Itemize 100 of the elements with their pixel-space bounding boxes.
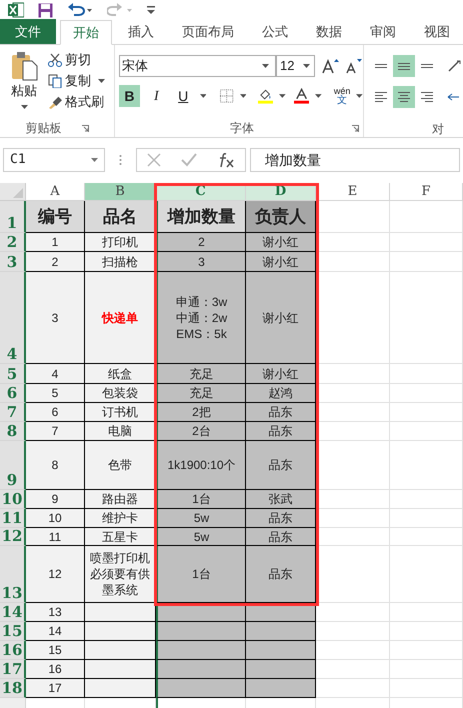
table-cell[interactable]: 5w bbox=[156, 509, 246, 528]
table-cell[interactable]: 五星卡 bbox=[85, 528, 156, 546]
scissors-icon[interactable] bbox=[48, 53, 62, 67]
row-header[interactable]: 3 bbox=[0, 252, 26, 272]
table-cell[interactable] bbox=[156, 679, 246, 698]
table-cell[interactable]: 5w bbox=[156, 528, 246, 546]
table-cell[interactable]: 喷墨打印机必须要有供墨系统 bbox=[85, 546, 156, 603]
copy-icon[interactable] bbox=[48, 74, 62, 88]
table-cell[interactable]: 3 bbox=[156, 252, 246, 272]
column-header[interactable]: F bbox=[390, 183, 463, 201]
table-cell[interactable]: 维护卡 bbox=[85, 509, 156, 528]
table-cell[interactable] bbox=[246, 641, 316, 660]
row-header[interactable]: 14 bbox=[0, 603, 26, 622]
dropdown-arrow-icon[interactable] bbox=[240, 94, 246, 98]
ribbon-tab[interactable]: 视图 bbox=[412, 19, 462, 44]
formula-input[interactable]: 增加数量 bbox=[250, 148, 460, 172]
row-header[interactable]: 5 bbox=[0, 364, 26, 384]
table-cell[interactable]: 16 bbox=[26, 660, 85, 679]
table-cell[interactable] bbox=[85, 679, 156, 698]
table-cell[interactable]: 包装袋 bbox=[85, 384, 156, 403]
shrink-font-icon[interactable] bbox=[345, 58, 363, 74]
grip-icon[interactable] bbox=[119, 154, 122, 166]
table-cell[interactable]: 5 bbox=[26, 384, 85, 403]
text-orientation-icon[interactable] bbox=[447, 59, 461, 73]
clipboard-icon[interactable] bbox=[10, 51, 38, 81]
dropdown-arrow-icon[interactable] bbox=[91, 158, 98, 162]
table-cell[interactable]: 9 bbox=[26, 490, 85, 509]
borders-icon[interactable] bbox=[220, 89, 234, 103]
table-cell[interactable]: 1台 bbox=[156, 490, 246, 509]
table-cell[interactable]: 充足 bbox=[156, 364, 246, 384]
table-cell[interactable]: 11 bbox=[26, 528, 85, 546]
table-cell[interactable]: 品名 bbox=[85, 201, 156, 233]
row-header[interactable]: 11 bbox=[0, 509, 26, 528]
row-header[interactable]: 7 bbox=[0, 403, 26, 422]
dialog-launcher-icon[interactable] bbox=[82, 124, 88, 132]
table-cell[interactable]: 张武 bbox=[246, 490, 316, 509]
table-cell[interactable]: 13 bbox=[26, 603, 85, 622]
ribbon-tab[interactable]: 开始 bbox=[60, 20, 112, 45]
font-color-icon[interactable] bbox=[294, 88, 310, 104]
table-cell[interactable]: 负责人 bbox=[246, 201, 316, 233]
table-cell[interactable] bbox=[85, 603, 156, 622]
table-cell[interactable]: 1台 bbox=[156, 546, 246, 603]
font-name-field[interactable]: 宋体 bbox=[119, 55, 276, 77]
table-cell[interactable] bbox=[85, 660, 156, 679]
format-painter-button[interactable]: 格式刷 bbox=[48, 93, 105, 111]
row-header[interactable]: 17 bbox=[0, 660, 26, 679]
table-cell[interactable] bbox=[246, 622, 316, 641]
ribbon-tab[interactable]: 页面布局 bbox=[170, 19, 246, 44]
table-cell[interactable]: 2台 bbox=[156, 422, 246, 441]
table-cell[interactable]: 品东 bbox=[246, 528, 316, 546]
format-toggle-button[interactable]: B bbox=[119, 85, 140, 107]
check-icon[interactable] bbox=[181, 153, 197, 167]
row-header[interactable]: 1 bbox=[0, 201, 26, 233]
table-cell[interactable]: 谢小红 bbox=[246, 364, 316, 384]
copy-button[interactable]: 复制 bbox=[48, 72, 105, 90]
table-cell[interactable]: 打印机 bbox=[85, 233, 156, 252]
table-cell[interactable] bbox=[156, 622, 246, 641]
table-cell[interactable]: 快递单 bbox=[85, 272, 156, 364]
paste-button[interactable]: 粘贴 bbox=[6, 51, 42, 113]
phonetic-guide-button[interactable]: wén 文 bbox=[334, 86, 350, 106]
table-cell[interactable]: 品东 bbox=[246, 546, 316, 603]
insert-function-icon[interactable] bbox=[217, 152, 235, 168]
row-header[interactable]: 18 bbox=[0, 679, 26, 698]
spreadsheet-app-icon[interactable] bbox=[8, 2, 24, 18]
customize-toolbar-icon[interactable] bbox=[147, 6, 155, 14]
table-cell[interactable]: 谢小红 bbox=[246, 233, 316, 252]
dropdown-arrow-icon[interactable] bbox=[200, 94, 206, 98]
table-cell[interactable]: 17 bbox=[26, 679, 85, 698]
ribbon-tab[interactable]: 公式 bbox=[250, 19, 300, 44]
table-cell[interactable]: 1k1900:10个 bbox=[156, 441, 246, 490]
row-header[interactable]: 2 bbox=[0, 233, 26, 252]
table-cell[interactable] bbox=[85, 622, 156, 641]
table-cell[interactable]: 谢小红 bbox=[246, 252, 316, 272]
row-header[interactable]: 15 bbox=[0, 622, 26, 641]
table-cell[interactable]: 7 bbox=[26, 422, 85, 441]
table-cell[interactable] bbox=[85, 641, 156, 660]
dialog-launcher-icon[interactable] bbox=[352, 124, 359, 132]
ribbon-tab[interactable]: 审阅 bbox=[358, 19, 408, 44]
row-header[interactable]: 4 bbox=[0, 272, 26, 364]
table-cell[interactable]: 充足 bbox=[156, 384, 246, 403]
table-cell[interactable]: 15 bbox=[26, 641, 85, 660]
table-cell[interactable]: 10 bbox=[26, 509, 85, 528]
table-cell[interactable]: 扫描枪 bbox=[85, 252, 156, 272]
table-cell[interactable]: 14 bbox=[26, 622, 85, 641]
row-header[interactable]: 16 bbox=[0, 641, 26, 660]
column-header[interactable]: B bbox=[85, 183, 156, 201]
table-cell[interactable]: 12 bbox=[26, 546, 85, 603]
table-cell[interactable]: 3 bbox=[26, 272, 85, 364]
table-cell[interactable]: 电脑 bbox=[85, 422, 156, 441]
grow-font-icon[interactable] bbox=[322, 58, 340, 74]
table-cell[interactable]: 2把 bbox=[156, 403, 246, 422]
table-cell[interactable]: 谢小红 bbox=[246, 272, 316, 364]
table-cell[interactable]: 申通：3w 中通：2w EMS：5k bbox=[156, 272, 246, 364]
table-cell[interactable]: 品东 bbox=[246, 422, 316, 441]
save-icon[interactable] bbox=[38, 2, 53, 18]
column-header[interactable]: A bbox=[26, 183, 85, 201]
dropdown-arrow-icon[interactable] bbox=[262, 64, 269, 68]
dropdown-arrow-icon[interactable] bbox=[315, 94, 322, 98]
align-middle-button[interactable] bbox=[393, 55, 415, 77]
align-center-button[interactable] bbox=[393, 86, 415, 108]
